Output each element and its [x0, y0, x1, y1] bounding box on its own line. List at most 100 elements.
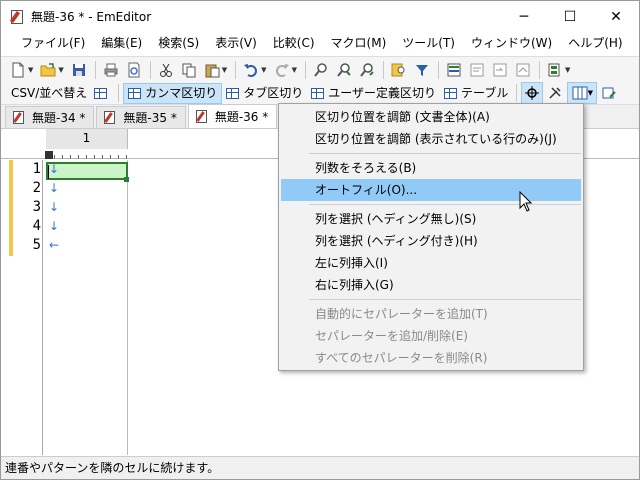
window-controls: ─ ☐ ✕: [501, 1, 639, 32]
open-folder-icon[interactable]: [37, 59, 59, 81]
toolbar-separator: [149, 60, 151, 79]
tab-separated-button[interactable]: タブ区切り: [222, 83, 307, 104]
find-prev-icon[interactable]: [356, 59, 378, 81]
toolbar-separator: [304, 60, 306, 79]
plugin-icon[interactable]: [544, 59, 566, 81]
status-bar: 連番やパターンを隣のセルに続けます。: [1, 456, 639, 479]
find-in-files-icon[interactable]: [388, 59, 410, 81]
menu-compare[interactable]: 比較(C): [265, 32, 323, 54]
column-context-menu: 区切り位置を調節 (文書全体)(A) 区切り位置を調節 (表示されている行のみ)…: [278, 103, 584, 371]
eol-mark: ↓: [49, 181, 60, 195]
menu-adjust-separator-all[interactable]: 区切り位置を調節 (文書全体)(A): [281, 106, 581, 128]
menu-tools[interactable]: ツール(T): [394, 32, 463, 54]
tab-label: 無題-35 *: [123, 111, 177, 125]
menu-separator: [309, 153, 581, 154]
redo-icon[interactable]: [271, 59, 293, 81]
table-button[interactable]: テーブル: [440, 83, 512, 104]
menu-macro[interactable]: マクロ(M): [323, 32, 395, 54]
filter-icon[interactable]: [411, 59, 433, 81]
toolbar-separator: [118, 84, 120, 102]
eol-mark: ↓: [49, 162, 60, 176]
eof-mark: ←: [49, 238, 60, 252]
menu-select-column-no-heading[interactable]: 列を選択 (ヘディング無し)(S): [281, 208, 581, 230]
standard-toolbar: ▼ ▼ ▼ ▼ ▼ ▼: [1, 56, 639, 82]
wrap-page-icon[interactable]: [512, 59, 534, 81]
cut-icon[interactable]: [155, 59, 177, 81]
comma-separated-button[interactable]: カンマ区切り: [123, 82, 223, 104]
crosshair-icon[interactable]: [521, 82, 544, 104]
ruler-cursor-marker: [45, 151, 53, 159]
menu-file[interactable]: ファイル(F): [13, 32, 93, 54]
table-icon: [311, 87, 325, 99]
menu-align-column-count[interactable]: 列数をそろえる(B): [281, 157, 581, 179]
user-defined-separated-label: ユーザー定義区切り: [328, 85, 437, 100]
autofill-handle[interactable]: [124, 177, 129, 182]
eol-mark: ↓: [49, 200, 60, 214]
menu-help[interactable]: ヘルプ(H): [560, 32, 630, 54]
tab-document-34[interactable]: 無題-34 *: [5, 106, 95, 128]
menu-delete-all-separators[interactable]: すべてのセパレーターを削除(R): [281, 347, 581, 369]
menu-add-remove-separator[interactable]: セパレーターを追加/削除(E): [281, 325, 581, 347]
menu-insert-column-left[interactable]: 左に列挿入(I): [281, 252, 581, 274]
comma-separated-label: カンマ区切り: [145, 85, 218, 100]
toolbar-separator: [516, 84, 518, 102]
tab-document-36[interactable]: 無題-36 *: [187, 104, 278, 128]
eol-mark: ↓: [49, 219, 60, 233]
column-menu-icon[interactable]: ▼: [567, 82, 598, 104]
ruler-ticks: [46, 149, 128, 159]
save-icon[interactable]: [68, 59, 90, 81]
menu-separator: [309, 204, 581, 205]
menu-insert-column-right[interactable]: 右に列挿入(G): [281, 274, 581, 296]
tab-label: 無題-36 *: [214, 110, 269, 124]
toolbar-separator: [538, 60, 540, 79]
menu-window[interactable]: ウィンドウ(W): [463, 32, 560, 54]
change-indicator-bar: [9, 160, 13, 256]
window-title: 無題-36 * - EmEditor: [31, 10, 152, 24]
table-label: テーブル: [461, 85, 509, 100]
csv-grid-icon[interactable]: [91, 82, 113, 104]
new-file-icon[interactable]: [7, 59, 29, 81]
menu-auto-add-separator[interactable]: 自動的にセパレーターを追加(T): [281, 303, 581, 325]
find-next-icon[interactable]: [333, 59, 355, 81]
find-icon[interactable]: [310, 59, 332, 81]
table-icon: [226, 87, 240, 99]
document-icon: [195, 109, 209, 124]
csv-toolbar: CSV/並べ替え カンマ区切り タブ区切り ユーザー定義区切り テーブル ▼: [1, 82, 639, 105]
close-button[interactable]: ✕: [593, 1, 639, 32]
menu-edit[interactable]: 編集(E): [93, 32, 150, 54]
emeditor-app-icon: [9, 9, 25, 25]
line-number: 5: [32, 237, 41, 253]
minimize-button[interactable]: ─: [501, 1, 547, 32]
emeditor-window: 無題-36 * - EmEditor ─ ☐ ✕ ファイル(F) 編集(E) 検…: [0, 0, 640, 480]
toolbar-separator: [437, 60, 439, 79]
user-defined-separated-button[interactable]: ユーザー定義区切り: [307, 83, 440, 104]
undo-icon[interactable]: [240, 59, 262, 81]
paste-icon[interactable]: [201, 59, 223, 81]
toolbar-separator: [94, 60, 96, 79]
cell-column-divider: [127, 160, 128, 455]
wrap-icon[interactable]: [466, 59, 488, 81]
wrap-window-icon[interactable]: [489, 59, 511, 81]
column-header-1[interactable]: 1: [46, 129, 128, 149]
line-number: 1: [32, 161, 41, 177]
print-icon[interactable]: [100, 59, 122, 81]
outline-icon[interactable]: [443, 59, 465, 81]
menu-adjust-separator-visible[interactable]: 区切り位置を調節 (表示されている行のみ)(J): [281, 128, 581, 150]
maximize-button[interactable]: ☐: [547, 1, 593, 32]
menu-view[interactable]: 表示(V): [207, 32, 265, 54]
tab-document-35[interactable]: 無題-35 *: [96, 106, 186, 128]
copy-icon[interactable]: [178, 59, 200, 81]
toolbar-separator: [382, 60, 384, 79]
menu-search[interactable]: 検索(S): [150, 32, 207, 54]
print-preview-icon[interactable]: [123, 59, 145, 81]
column-edit-icon[interactable]: [598, 82, 620, 104]
menu-select-column-with-heading[interactable]: 列を選択 (ヘディング付き)(H): [281, 230, 581, 252]
csv-sort-button[interactable]: CSV/並べ替え: [7, 83, 91, 104]
document-icon: [12, 110, 26, 125]
document-icon: [103, 110, 117, 125]
tools-icon[interactable]: [544, 82, 566, 104]
mouse-pointer-icon: [519, 191, 533, 212]
menu-bar: ファイル(F) 編集(E) 検索(S) 表示(V) 比較(C) マクロ(M) ツ…: [1, 32, 639, 54]
tab-separated-label: タブ区切り: [243, 85, 304, 100]
menu-autofill[interactable]: オートフィル(O)...: [281, 179, 581, 201]
